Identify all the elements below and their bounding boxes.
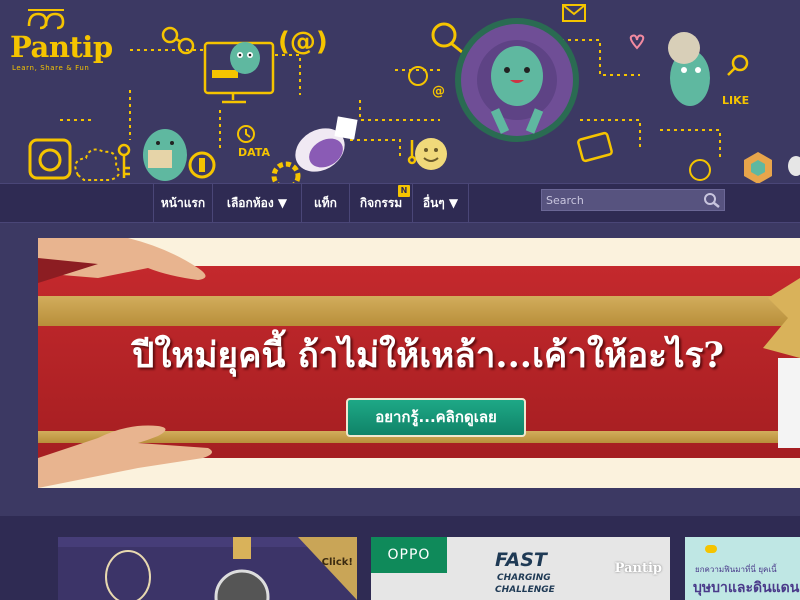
email-symbol: (@): [278, 27, 328, 57]
nav-tags-label: แท็ก: [314, 196, 337, 210]
hand-bottom-image: [38, 425, 212, 488]
earth-icon: [689, 159, 711, 181]
nav-activities[interactable]: กิจกรรม N: [349, 184, 412, 222]
nav-more[interactable]: อื่นๆ ▼: [412, 184, 469, 222]
card2-pantip-logo: Pantip: [614, 561, 662, 576]
gear-icon: [271, 161, 301, 185]
hexagon-colors-icon: [744, 152, 772, 184]
heart-icon: [629, 34, 645, 50]
nav-more-label: อื่นๆ ▼: [422, 196, 459, 210]
new-badge: N: [398, 185, 410, 197]
card3-text-1: ยกความฟินมาที่นี่ ยุคเนี้: [695, 565, 777, 574]
nav-home[interactable]: หน้าแรก: [153, 184, 212, 222]
card2-oppo-logo: OPPO: [371, 537, 447, 573]
header-illustration: (@) DATA @ LIKE: [28, 4, 800, 185]
featured-card-3[interactable]: ยกความฟินมาที่นี่ ยุคเนี้ บุษบาและดินแดน: [685, 537, 800, 600]
card2-title-3: CHALLENGE: [495, 585, 555, 595]
nav-choose-room-label: เลือกห้อง ▼: [226, 196, 288, 210]
thermometer-icon: [407, 140, 417, 165]
gift-bow-image: [763, 278, 800, 448]
magnifier-small-icon: [727, 54, 749, 76]
card2-title-2: CHARGING: [497, 573, 551, 583]
bubble-icon: [788, 156, 800, 176]
central-mascot-badge: [455, 18, 579, 142]
clock-icon: [237, 125, 255, 143]
featured-card-2[interactable]: OPPO FAST CHARGING CHALLENGE Pantip: [371, 537, 670, 600]
search-icon[interactable]: [702, 191, 722, 209]
nav-choose-room[interactable]: เลือกห้อง ▼: [212, 184, 301, 222]
site-header: Pantip Learn, Share & Fun (@) DATA @ LIK…: [0, 0, 800, 185]
like-label: LIKE: [722, 94, 749, 107]
bee-icon: [705, 545, 717, 553]
data-label: DATA: [238, 146, 270, 159]
at-symbol: @: [432, 84, 445, 99]
envelope-icon: [562, 4, 586, 22]
banner-headline: ปีใหม่ยุคนี้ ถ้าไม่ให้เหล้า...เค้าให้อะไ…: [132, 335, 724, 376]
wallet-icon: [577, 131, 613, 163]
featured-card-1[interactable]: Click!: [58, 537, 357, 600]
hand-top-image: [38, 238, 206, 283]
cloud-icon: [74, 148, 120, 181]
nav-home-label: หน้าแรก: [160, 196, 206, 210]
banner-cta-button[interactable]: อยากรู้...คลิกดูเลย: [346, 398, 526, 437]
card3-text-2: บุษบาและดินแดน: [693, 580, 800, 596]
mascot-reading: [143, 129, 187, 181]
card2-title-1: FAST: [495, 549, 547, 571]
key-icon: [117, 143, 131, 178]
camera-icon: [28, 138, 72, 180]
mascot-on-monitor: [230, 42, 260, 74]
smiley-icon: [415, 138, 447, 170]
nav-activities-label: กิจกรรม: [359, 196, 403, 210]
search-input[interactable]: [542, 190, 702, 210]
card2-oppo-text: OPPO: [387, 547, 431, 563]
promo-banner[interactable]: ปีใหม่ยุคนี้ ถ้าไม่ให้เหล้า...เค้าให้อะไ…: [38, 238, 800, 488]
nav-tags[interactable]: แท็ก: [301, 184, 349, 222]
card1-art: [58, 537, 357, 600]
search-magnifier-icon: [431, 22, 463, 54]
notepad-icon: [334, 116, 358, 140]
search-box: [541, 189, 725, 211]
card1-click-badge: Click!: [321, 557, 353, 568]
mascot-like: [668, 32, 710, 106]
coin-icon: [188, 151, 216, 179]
